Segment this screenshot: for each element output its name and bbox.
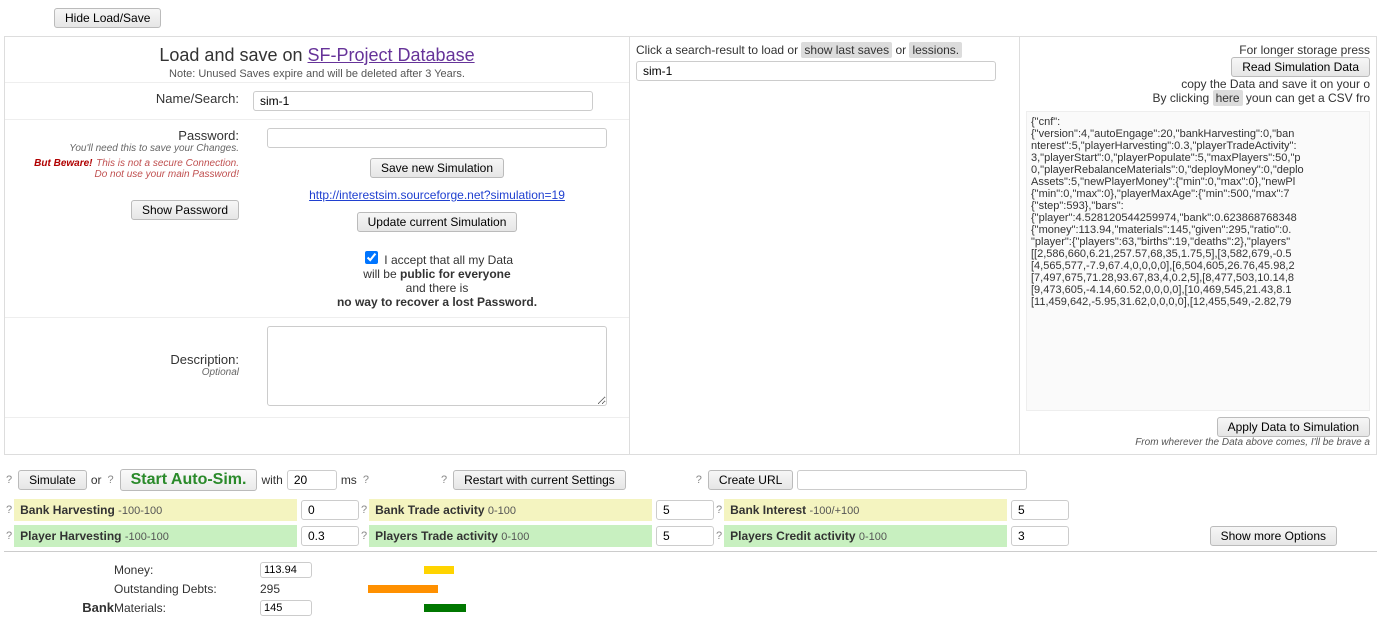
show-more-options-button[interactable]: Show more Options bbox=[1210, 526, 1337, 546]
search-result-input[interactable] bbox=[636, 61, 996, 81]
load-save-panel: Load and save on SF-Project Database Not… bbox=[4, 36, 1377, 455]
ms-input[interactable] bbox=[287, 470, 337, 490]
opt-label: Bank Harvesting -100-100 bbox=[14, 499, 297, 521]
name-search-input[interactable] bbox=[253, 91, 593, 111]
materials-label: Materials: bbox=[114, 601, 254, 615]
opt-label: Player Harvesting -100-100 bbox=[14, 525, 297, 547]
opt-input[interactable] bbox=[656, 526, 714, 546]
money-bar bbox=[424, 566, 454, 574]
help-icon[interactable]: ? bbox=[696, 474, 702, 486]
password-input[interactable] bbox=[267, 128, 607, 148]
show-password-button[interactable]: Show Password bbox=[131, 200, 239, 220]
sf-project-link[interactable]: SF-Project Database bbox=[308, 45, 475, 65]
simulation-url-link[interactable]: http://interestsim.sourceforge.net?simul… bbox=[309, 188, 565, 202]
opt-label: Bank Interest -100/+100 bbox=[724, 499, 1007, 521]
description-label: Description: Optional bbox=[9, 322, 249, 413]
description-textarea[interactable] bbox=[267, 326, 607, 406]
opt-label: Players Trade activity 0-100 bbox=[369, 525, 652, 547]
help-icon[interactable]: ? bbox=[716, 504, 722, 516]
password-label: Password: You'll need this to save your … bbox=[9, 124, 249, 313]
help-icon[interactable]: ? bbox=[6, 474, 12, 486]
help-icon[interactable]: ? bbox=[361, 530, 367, 542]
help-icon[interactable]: ? bbox=[363, 474, 369, 486]
start-auto-sim-button[interactable]: Start Auto-Sim. bbox=[120, 469, 258, 491]
materials-value[interactable] bbox=[260, 600, 312, 616]
materials-bar bbox=[424, 604, 466, 612]
opt-input[interactable] bbox=[301, 500, 359, 520]
storage-hint-1: For longer storage press bbox=[1026, 43, 1370, 57]
save-new-simulation-button[interactable]: Save new Simulation bbox=[370, 158, 504, 178]
debts-label: Outstanding Debts: bbox=[114, 582, 254, 596]
storage-hint-3: By clicking here youn can get a CSV fro bbox=[1026, 91, 1370, 105]
opt-input[interactable] bbox=[1011, 526, 1069, 546]
hide-load-save-button[interactable]: Hide Load/Save bbox=[54, 8, 161, 28]
load-note: Note: Unused Saves expire and will be de… bbox=[9, 68, 625, 80]
debts-bar bbox=[368, 585, 438, 593]
storage-hint-2: copy the Data and save it on your o bbox=[1026, 77, 1370, 91]
accept-checkbox[interactable] bbox=[365, 251, 378, 264]
debts-value: 295 bbox=[260, 582, 280, 596]
url-output[interactable] bbox=[797, 470, 1027, 490]
opt-input[interactable] bbox=[656, 500, 714, 520]
search-hint: Click a search-result to load or show la… bbox=[636, 43, 1013, 57]
opt-label: Bank Trade activity 0-100 bbox=[369, 499, 652, 521]
bank-label: Bank bbox=[4, 560, 114, 615]
bank-stats: Bank Money: Outstanding Debts: 295 Mater… bbox=[4, 560, 1377, 618]
apply-footnote: From wherever the Data above comes, I'll… bbox=[1026, 437, 1370, 448]
help-icon[interactable]: ? bbox=[716, 530, 722, 542]
opt-label: Players Credit activity 0-100 bbox=[724, 525, 1007, 547]
show-last-saves-link[interactable]: show last saves bbox=[801, 42, 892, 58]
money-value[interactable] bbox=[260, 562, 312, 578]
sim-control-row: ? Simulate or ? Start Auto-Sim. with ms … bbox=[4, 465, 1377, 495]
money-label: Money: bbox=[114, 563, 254, 577]
simulation-data-json[interactable]: {"cnf": {"version":4,"autoEngage":20,"ba… bbox=[1026, 111, 1370, 411]
create-url-button[interactable]: Create URL bbox=[708, 470, 793, 490]
name-search-label: Name/Search: bbox=[9, 87, 249, 115]
apply-data-button[interactable]: Apply Data to Simulation bbox=[1217, 417, 1370, 437]
simulate-button[interactable]: Simulate bbox=[18, 470, 87, 490]
help-icon[interactable]: ? bbox=[107, 474, 113, 486]
accept-text-1: I accept that all my Data bbox=[384, 253, 513, 267]
help-icon[interactable]: ? bbox=[361, 504, 367, 516]
read-simulation-data-button[interactable]: Read Simulation Data bbox=[1231, 57, 1370, 77]
help-icon[interactable]: ? bbox=[441, 474, 447, 486]
update-current-simulation-button[interactable]: Update current Simulation bbox=[357, 212, 518, 232]
restart-button[interactable]: Restart with current Settings bbox=[453, 470, 626, 490]
help-icon[interactable]: ? bbox=[6, 530, 12, 542]
lessions-link[interactable]: lessions. bbox=[909, 42, 962, 58]
help-icon[interactable]: ? bbox=[6, 504, 12, 516]
load-title: Load and save on SF-Project Database Not… bbox=[5, 37, 629, 83]
opt-input[interactable] bbox=[301, 526, 359, 546]
csv-here-link[interactable]: here bbox=[1213, 90, 1243, 106]
opt-input[interactable] bbox=[1011, 500, 1069, 520]
